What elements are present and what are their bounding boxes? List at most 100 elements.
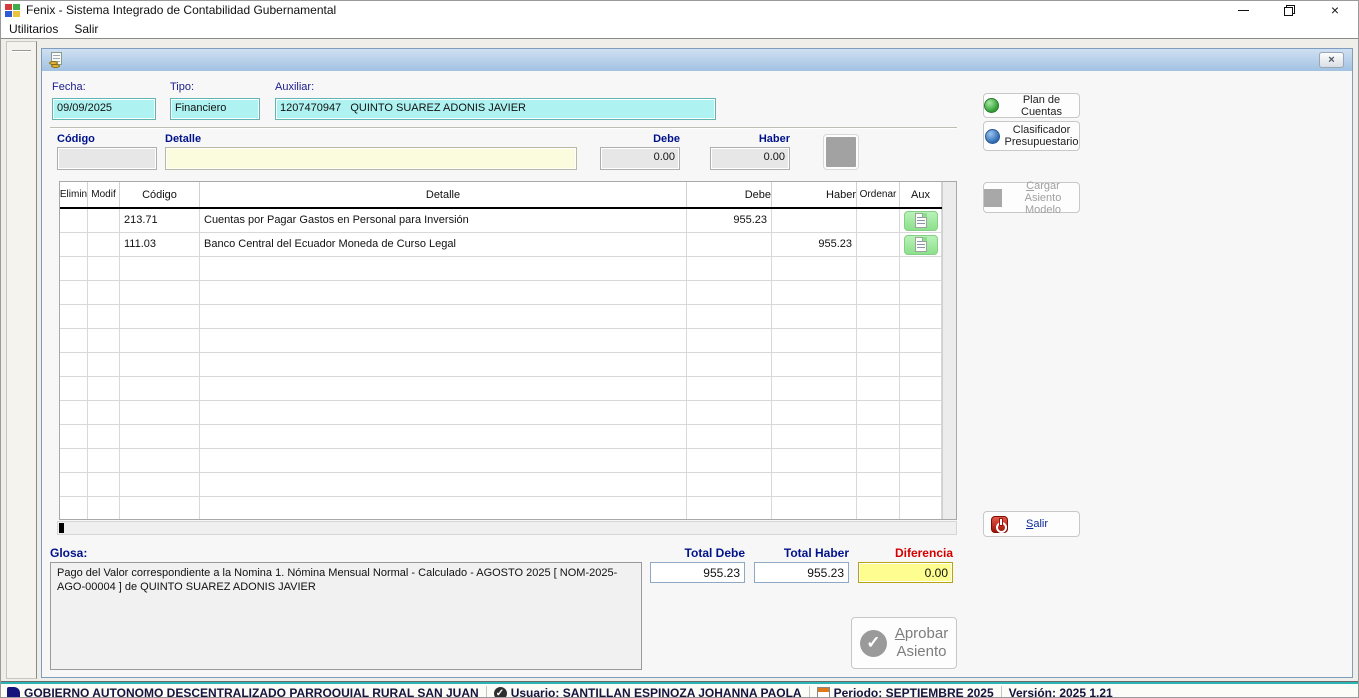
cell-aux bbox=[900, 497, 942, 520]
close-button[interactable]: × bbox=[1312, 1, 1358, 19]
cell-elimin[interactable] bbox=[60, 209, 88, 232]
cell-modif bbox=[88, 353, 120, 376]
aux-document-button[interactable] bbox=[904, 211, 938, 231]
cell-aux bbox=[900, 473, 942, 496]
cell-debe[interactable]: 955.23 bbox=[687, 209, 772, 232]
glosa-textarea[interactable]: Pago del Valor correspondiente a la Nomi… bbox=[50, 562, 642, 670]
cell-ordenar bbox=[857, 353, 900, 376]
cell-elimin bbox=[60, 425, 88, 448]
cell-haber bbox=[772, 329, 857, 352]
cell-codigo[interactable]: 213.71 bbox=[120, 209, 200, 232]
child-title-bar: × bbox=[42, 49, 1352, 71]
cell-codigo[interactable]: 111.03 bbox=[120, 233, 200, 256]
cell-ordenar bbox=[857, 401, 900, 424]
table-row bbox=[60, 377, 942, 401]
cell-codigo bbox=[120, 473, 200, 496]
cell-codigo bbox=[120, 449, 200, 472]
table-row bbox=[60, 497, 942, 520]
cell-elimin bbox=[60, 281, 88, 304]
cell-detalle bbox=[200, 425, 687, 448]
cell-debe bbox=[687, 353, 772, 376]
cell-haber[interactable]: 955.23 bbox=[772, 233, 857, 256]
cell-detalle[interactable]: Banco Central del Ecuador Moneda de Curs… bbox=[200, 233, 687, 256]
table-row[interactable]: 111.03Banco Central del Ecuador Moneda d… bbox=[60, 233, 942, 257]
grid-horizontal-scrollbar[interactable] bbox=[57, 521, 957, 535]
cell-elimin bbox=[60, 473, 88, 496]
panel-grip[interactable] bbox=[12, 50, 31, 52]
entity-icon bbox=[7, 687, 20, 698]
power-icon bbox=[991, 516, 1008, 533]
menu-utilitarios[interactable]: Utilitarios bbox=[1, 20, 66, 38]
col-ordenar: Ordenar bbox=[857, 182, 900, 207]
salir-button[interactable]: Salir bbox=[983, 511, 1080, 537]
cell-aux bbox=[900, 305, 942, 328]
table-row bbox=[60, 353, 942, 377]
cargar-asiento-label: Cargar AsientoModelo bbox=[1007, 180, 1079, 216]
cell-debe bbox=[687, 497, 772, 520]
asiento-grid: Elimin Modif Código Detalle Debe Haber O… bbox=[59, 181, 957, 520]
cell-detalle bbox=[200, 449, 687, 472]
cell-ordenar[interactable] bbox=[857, 233, 900, 256]
diferencia-field: 0.00 bbox=[858, 562, 953, 583]
auxiliar-field[interactable]: 1207470947 QUINTO SUAREZ ADONIS JAVIER bbox=[275, 98, 716, 120]
codigo-label: Código bbox=[57, 133, 95, 145]
aux-document-button[interactable] bbox=[904, 235, 938, 255]
codigo-input[interactable] bbox=[57, 147, 157, 170]
fecha-label: Fecha: bbox=[52, 81, 86, 93]
cell-ordenar[interactable] bbox=[857, 209, 900, 232]
cell-haber bbox=[772, 449, 857, 472]
hscrollbar-thumb[interactable] bbox=[59, 523, 64, 533]
title-bar: Fenix - Sistema Integrado de Contabilida… bbox=[1, 1, 1358, 19]
cell-haber bbox=[772, 401, 857, 424]
cell-ordenar bbox=[857, 281, 900, 304]
cell-debe bbox=[687, 377, 772, 400]
plan-de-cuentas-button[interactable]: Plan de Cuentas bbox=[983, 93, 1080, 118]
cell-aux[interactable] bbox=[900, 209, 942, 232]
cell-aux bbox=[900, 377, 942, 400]
haber-label: Haber bbox=[710, 133, 790, 145]
fecha-field[interactable]: 09/09/2025 bbox=[52, 98, 156, 120]
cell-haber[interactable] bbox=[772, 209, 857, 232]
close-icon: × bbox=[1331, 3, 1339, 17]
cell-elimin[interactable] bbox=[60, 233, 88, 256]
clasificador-presupuestario-button[interactable]: ClasificadorPresupuestario bbox=[983, 121, 1080, 151]
table-row bbox=[60, 257, 942, 281]
cell-detalle bbox=[200, 305, 687, 328]
col-detalle: Detalle bbox=[200, 182, 687, 207]
cell-codigo bbox=[120, 353, 200, 376]
minimize-button[interactable] bbox=[1220, 1, 1266, 19]
add-entry-button[interactable] bbox=[824, 135, 858, 169]
aprobar-asiento-label: AprobarAsiento bbox=[895, 625, 948, 661]
cell-modif bbox=[88, 401, 120, 424]
cell-detalle bbox=[200, 281, 687, 304]
cell-ordenar bbox=[857, 425, 900, 448]
aprobar-asiento-button[interactable]: ✓ AprobarAsiento bbox=[851, 617, 957, 669]
cell-debe[interactable] bbox=[687, 233, 772, 256]
total-debe-label: Total Debe bbox=[650, 546, 745, 560]
cell-debe bbox=[687, 329, 772, 352]
table-row bbox=[60, 401, 942, 425]
child-close-button[interactable]: × bbox=[1319, 52, 1344, 68]
cell-aux[interactable] bbox=[900, 233, 942, 256]
cell-modif bbox=[88, 281, 120, 304]
cargar-asiento-modelo-button[interactable]: Cargar AsientoModelo bbox=[983, 182, 1080, 213]
cell-detalle[interactable]: Cuentas por Pagar Gastos en Personal par… bbox=[200, 209, 687, 232]
tipo-field[interactable]: Financiero bbox=[170, 98, 260, 120]
menu-bar: Utilitarios Salir bbox=[1, 19, 1358, 38]
cell-modif[interactable] bbox=[88, 233, 120, 256]
total-haber-label: Total Haber bbox=[754, 546, 849, 560]
menu-salir[interactable]: Salir bbox=[66, 20, 106, 38]
left-panel bbox=[6, 41, 37, 679]
grid-vertical-scrollbar[interactable] bbox=[942, 182, 956, 519]
detalle-input[interactable] bbox=[165, 147, 577, 170]
table-row bbox=[60, 281, 942, 305]
table-row bbox=[60, 449, 942, 473]
document-icon bbox=[915, 213, 927, 228]
haber-input[interactable]: 0.00 bbox=[710, 147, 790, 170]
diferencia-label: Diferencia bbox=[858, 546, 953, 560]
cell-modif[interactable] bbox=[88, 209, 120, 232]
debe-input[interactable]: 0.00 bbox=[600, 147, 680, 170]
table-row[interactable]: 213.71Cuentas por Pagar Gastos en Person… bbox=[60, 209, 942, 233]
restore-button[interactable] bbox=[1266, 1, 1312, 19]
check-icon: ✓ bbox=[860, 630, 887, 657]
